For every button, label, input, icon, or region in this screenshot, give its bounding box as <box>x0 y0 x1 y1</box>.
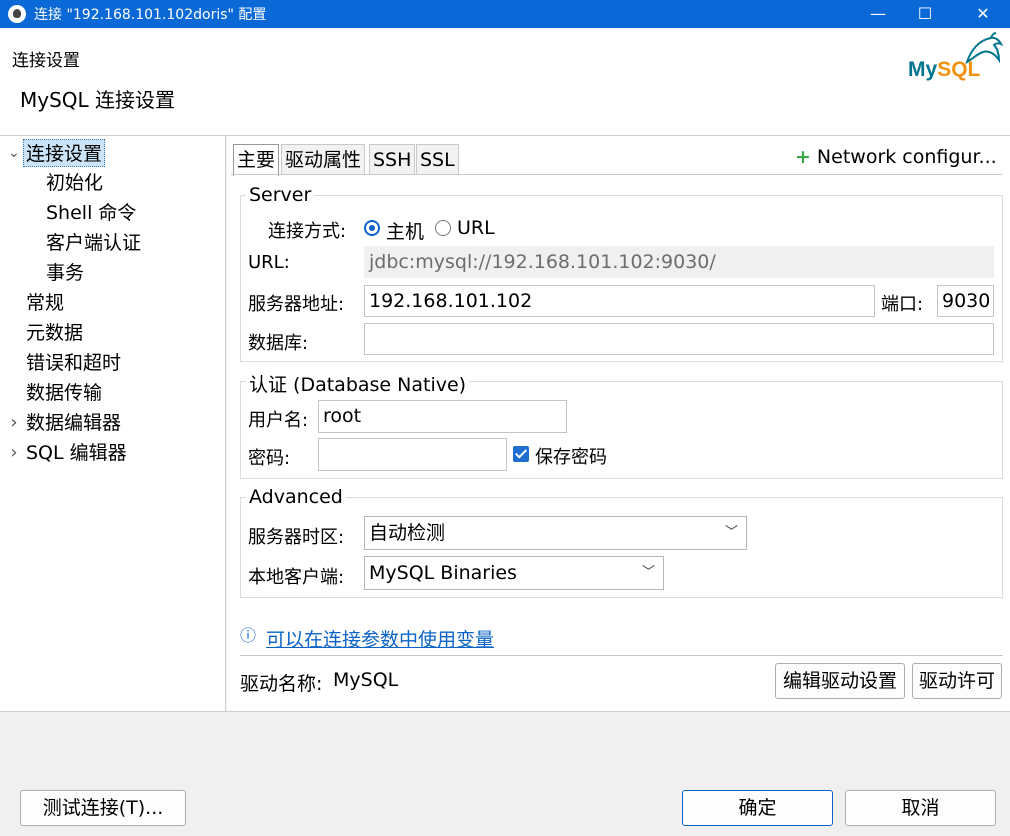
network-config-button[interactable]: + Network configur... <box>795 146 997 168</box>
expand-icon[interactable]: › <box>8 412 20 433</box>
nav-item-metadata[interactable]: 元数据 <box>26 319 83 347</box>
logo-sql: SQL <box>937 58 981 81</box>
mysql-wordmark: MySQL <box>908 58 980 82</box>
local-client-label: 本地客户端: <box>248 567 345 588</box>
mysql-logo: MySQL <box>905 32 1005 88</box>
separator <box>240 655 1003 656</box>
advanced-group-title: Advanced <box>246 486 346 508</box>
driver-name-value: MySQL <box>333 669 399 691</box>
host-input[interactable]: 192.168.101.102 <box>364 285 875 317</box>
nav-item-init[interactable]: 初始化 <box>46 169 103 197</box>
password-input[interactable] <box>318 438 507 471</box>
variables-link[interactable]: 可以在连接参数中使用变量 <box>266 625 494 652</box>
timezone-label: 服务器时区: <box>248 527 345 548</box>
username-label: 用户名: <box>248 410 309 431</box>
host-radio[interactable] <box>364 220 380 236</box>
timezone-select[interactable]: 自动检测 ﹀ <box>364 516 747 550</box>
page-title: MySQL 连接设置 <box>20 88 176 112</box>
port-label: 端口: <box>881 294 924 315</box>
expand-icon[interactable]: ⌄ <box>8 145 20 161</box>
driver-license-button[interactable]: 驱动许可 <box>912 663 1002 699</box>
local-client-select[interactable]: MySQL Binaries ﹀ <box>364 556 664 590</box>
nav-item-transactions[interactable]: 事务 <box>46 259 84 287</box>
password-label: 密码: <box>248 448 291 469</box>
local-client-value: MySQL Binaries <box>369 562 517 584</box>
close-button[interactable]: ✕ <box>960 0 1006 28</box>
chevron-down-icon: ﹀ <box>724 525 738 540</box>
network-config-label: Network configur... <box>816 146 997 168</box>
driver-name-label: 驱动名称: <box>240 673 323 695</box>
save-password-label[interactable]: 保存密码 <box>535 443 607 469</box>
tab-ssh[interactable]: SSH <box>369 144 416 174</box>
tab-driver-properties[interactable]: 驱动属性 <box>281 144 366 174</box>
database-input[interactable] <box>364 323 994 355</box>
server-group-title: Server <box>246 184 315 206</box>
edit-driver-button[interactable]: 编辑驱动设置 <box>775 663 905 699</box>
connect-by-label: 连接方式: <box>268 221 347 242</box>
database-label: 数据库: <box>248 333 309 354</box>
settings-nav: ⌄ 连接设置 初始化 Shell 命令 客户端认证 事务 常规 元数据 错误和超… <box>0 136 226 711</box>
tab-divider <box>231 174 1002 175</box>
url-field[interactable]: jdbc:mysql://192.168.101.102:9030/ <box>364 246 994 278</box>
url-radio[interactable] <box>435 220 451 236</box>
nav-item-shell-commands[interactable]: Shell 命令 <box>46 199 136 227</box>
port-input[interactable]: 9030 <box>937 285 994 317</box>
info-icon: ⓘ <box>240 626 257 645</box>
plus-icon: + <box>795 146 811 168</box>
host-label: 服务器地址: <box>248 294 345 315</box>
ok-button[interactable]: 确定 <box>682 790 833 826</box>
host-radio-label[interactable]: 主机 <box>386 217 424 244</box>
test-connection-button[interactable]: 测试连接(T)... <box>20 790 186 826</box>
header-panel: 连接设置 MySQL 连接设置 <box>0 28 1010 136</box>
username-input[interactable]: root <box>318 400 567 433</box>
tab-ssl[interactable]: SSL <box>416 144 459 174</box>
nav-item-errors-timeouts[interactable]: 错误和超时 <box>26 349 121 377</box>
section-title: 连接设置 <box>12 51 80 71</box>
tab-main[interactable]: 主要 <box>233 144 280 176</box>
minimize-button[interactable]: — <box>855 0 901 28</box>
nav-item-data-editor[interactable]: 数据编辑器 <box>26 409 121 437</box>
title-bar: 连接 "192.168.101.102doris" 配置 — ☐ ✕ <box>0 0 1010 28</box>
auth-group-title: 认证 (Database Native) <box>246 370 470 397</box>
app-icon <box>8 5 26 23</box>
timezone-value: 自动检测 <box>369 522 446 544</box>
cancel-button[interactable]: 取消 <box>845 790 996 826</box>
expand-icon[interactable]: › <box>8 442 20 463</box>
url-label: URL: <box>248 252 290 273</box>
window-title: 连接 "192.168.101.102doris" 配置 <box>34 7 267 23</box>
nav-item-general[interactable]: 常规 <box>26 289 64 317</box>
save-password-checkbox[interactable] <box>513 446 529 462</box>
nav-item-client-auth[interactable]: 客户端认证 <box>46 229 141 257</box>
nav-item-connection-settings[interactable]: 连接设置 <box>23 139 106 167</box>
nav-item-data-transfer[interactable]: 数据传输 <box>26 379 102 407</box>
url-radio-label[interactable]: URL <box>457 217 495 239</box>
logo-my: My <box>908 58 938 81</box>
nav-item-sql-editor[interactable]: SQL 编辑器 <box>26 439 127 467</box>
maximize-button[interactable]: ☐ <box>902 0 948 28</box>
chevron-down-icon: ﹀ <box>641 565 655 580</box>
